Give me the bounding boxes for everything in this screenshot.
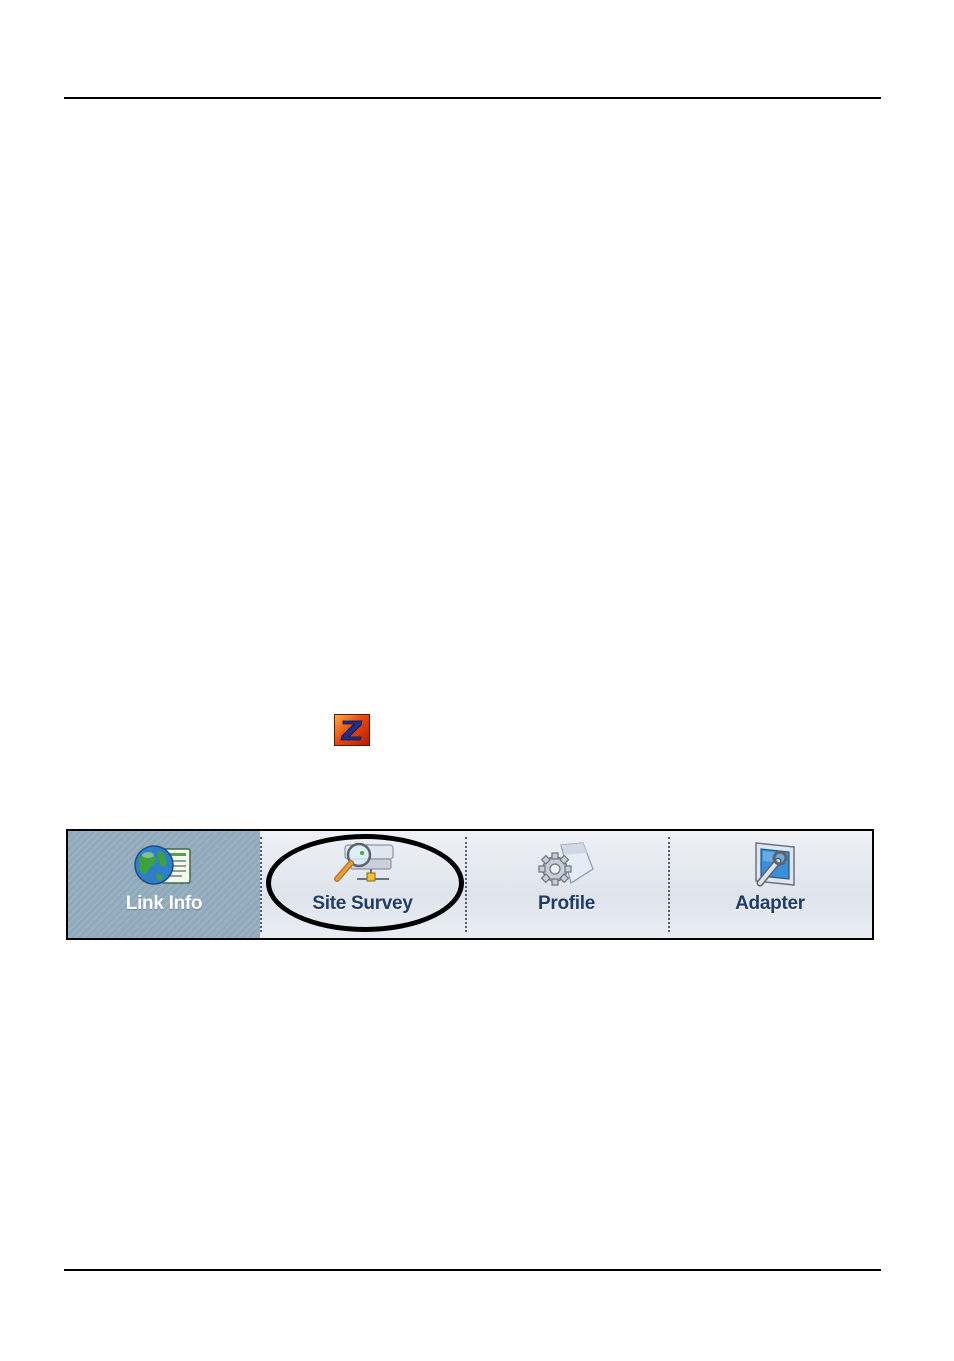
tab-separator (260, 837, 262, 932)
tab-label-link-info: Link Info (125, 893, 203, 914)
tab-label-profile: Profile (537, 893, 596, 914)
tab-separator (668, 837, 670, 932)
tab-label-site-survey: Site Survey (312, 893, 413, 914)
tab-separator (465, 837, 467, 932)
footer-rule (64, 1269, 881, 1271)
z-letter-icon (340, 720, 363, 741)
gear-document-icon (531, 839, 603, 891)
header-rule (64, 97, 881, 99)
magnifier-network-icon (327, 839, 399, 891)
zyxel-utility-z-icon (334, 714, 370, 746)
main-toolbar: Link Info Site Survey Profile Adapter (66, 829, 874, 940)
tab-label-adapter: Adapter (735, 893, 805, 914)
globe-document-icon (128, 839, 200, 891)
tab-adapter[interactable]: Adapter (668, 831, 872, 938)
tab-profile[interactable]: Profile (465, 831, 668, 938)
tab-site-survey[interactable]: Site Survey (260, 831, 465, 938)
tab-link-info[interactable]: Link Info (68, 831, 260, 938)
wrench-adapter-icon (734, 839, 806, 891)
